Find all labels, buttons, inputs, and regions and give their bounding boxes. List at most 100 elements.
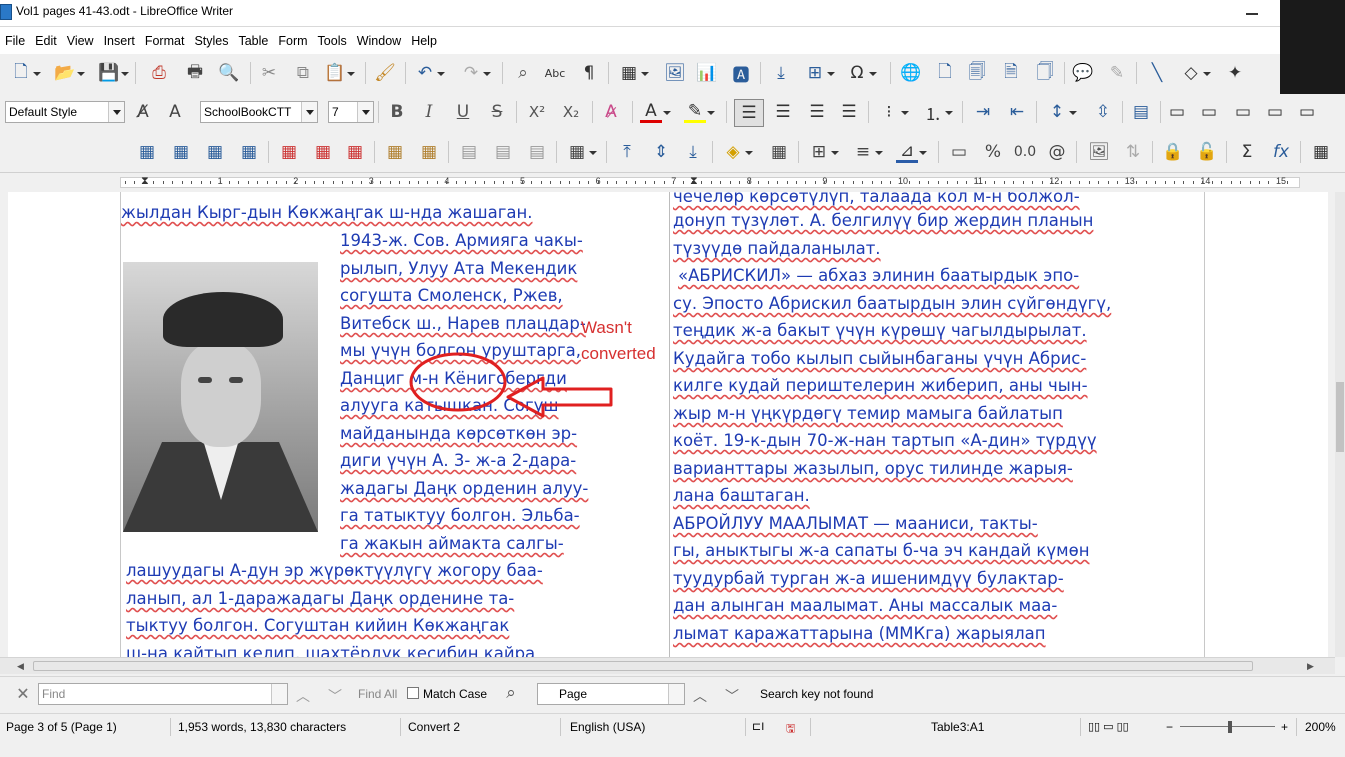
- zoom-level[interactable]: 200%: [1305, 720, 1336, 734]
- bold-icon[interactable]: B: [386, 101, 408, 123]
- new-style-icon[interactable]: A: [164, 101, 186, 123]
- page-indicator[interactable]: Page 3 of 5 (Page 1): [6, 720, 117, 734]
- match-case-checkbox[interactable]: [407, 687, 419, 699]
- endnote-icon[interactable]: 🗐: [966, 62, 988, 84]
- cut-icon[interactable]: ✂: [258, 62, 280, 84]
- horizontal-scroll-thumb[interactable]: [33, 661, 1253, 671]
- find-replace-icon[interactable]: ⌕: [512, 62, 534, 84]
- page-style[interactable]: Convert 2: [408, 720, 460, 734]
- formula-icon[interactable]: fx: [1270, 141, 1292, 163]
- menu-edit[interactable]: Edit: [32, 34, 64, 48]
- horizontal-ruler[interactable]: 123456789101112131415⧗⧗: [0, 172, 1345, 192]
- horizontal-scrollbar[interactable]: ◀ ▶: [0, 657, 1335, 674]
- border-style-icon[interactable]: ≡: [852, 141, 883, 163]
- align-right-icon[interactable]: ☰: [806, 101, 828, 123]
- sum-icon[interactable]: Σ: [1236, 141, 1258, 163]
- menu-tools[interactable]: Tools: [315, 34, 354, 48]
- portrait-photo[interactable]: [123, 262, 318, 532]
- insert-table-icon[interactable]: ▦: [618, 62, 649, 84]
- print-icon[interactable]: 🖶: [184, 62, 206, 84]
- align-left-icon[interactable]: ☰: [734, 99, 764, 127]
- document-area[interactable]: жылдан Кырг-дын Көкжаңгак ш-нда жашаган.…: [0, 192, 1335, 657]
- align-bottom-icon[interactable]: ⤓: [682, 141, 704, 163]
- export-pdf-icon[interactable]: ⎙: [148, 62, 170, 84]
- update-style-icon[interactable]: A̸: [132, 101, 154, 123]
- footnote-icon[interactable]: 🗋: [934, 62, 956, 84]
- menu-format[interactable]: Format: [142, 34, 192, 48]
- delete-columns-icon[interactable]: ▦: [312, 141, 334, 163]
- table-properties-icon[interactable]: ▦: [1310, 141, 1332, 163]
- basic-shapes-icon[interactable]: ◇: [1180, 62, 1211, 84]
- menu-window[interactable]: Window: [354, 34, 408, 48]
- insert-rows-below-icon[interactable]: ▦: [170, 141, 192, 163]
- select-table-icon[interactable]: ▦: [418, 141, 440, 163]
- number-format-percent-icon[interactable]: %: [982, 141, 1004, 163]
- paragraph-style-combo[interactable]: Default Style: [5, 101, 125, 123]
- numbering-icon[interactable]: ⒈: [922, 101, 953, 125]
- bookmark-icon[interactable]: 🗎: [1000, 62, 1022, 84]
- redo-icon[interactable]: ↷: [460, 62, 491, 84]
- strikethrough-icon[interactable]: S: [486, 101, 508, 123]
- insert-columns-before-icon[interactable]: ▦: [204, 141, 226, 163]
- align-center-icon[interactable]: ☰: [772, 101, 794, 123]
- find-input[interactable]: Find: [38, 683, 288, 705]
- find-all-button[interactable]: Find All: [358, 687, 397, 701]
- track-changes-icon[interactable]: ✎: [1106, 62, 1128, 84]
- navigator-icon[interactable]: ▭: [1264, 101, 1286, 123]
- search-scope-combo[interactable]: Page: [537, 683, 685, 705]
- open-folder-icon[interactable]: 📂: [54, 62, 85, 84]
- menu-insert[interactable]: Insert: [101, 34, 142, 48]
- insert-line-icon[interactable]: ╲: [1146, 62, 1168, 84]
- select-cell-icon[interactable]: ▦: [384, 141, 406, 163]
- borders-icon[interactable]: ⊞: [808, 141, 839, 163]
- justify-icon[interactable]: ☰: [838, 101, 860, 123]
- print-preview-icon[interactable]: 🔍: [218, 62, 240, 84]
- scroll-left-icon[interactable]: ◀: [17, 661, 24, 672]
- clone-formatting-icon[interactable]: 🖌: [374, 62, 396, 84]
- vertical-scroll-thumb[interactable]: [1336, 382, 1344, 452]
- font-size-combo[interactable]: 7: [328, 101, 374, 123]
- insert-mode-icon[interactable]: ⊏I: [752, 720, 764, 733]
- find-previous-icon[interactable]: ︿: [296, 686, 310, 706]
- number-format-date-icon[interactable]: @: [1046, 141, 1068, 163]
- cross-reference-icon[interactable]: 🗍: [1034, 62, 1056, 84]
- word-count[interactable]: 1,953 words, 13,830 characters: [178, 720, 346, 734]
- font-color-icon[interactable]: A: [640, 101, 671, 123]
- scope-next-icon[interactable]: ﹀: [725, 686, 739, 706]
- minimize-button[interactable]: [1238, 6, 1272, 20]
- sidebar-toggle-icon[interactable]: ▭: [1166, 101, 1188, 123]
- insert-textbox-icon[interactable]: 🅰: [730, 62, 752, 86]
- insert-rows-above-icon[interactable]: ▦: [136, 141, 158, 163]
- show-draw-functions-icon[interactable]: ✦: [1224, 62, 1246, 84]
- vertical-scrollbar[interactable]: [1335, 192, 1345, 657]
- new-document-icon[interactable]: 🗋: [10, 62, 41, 84]
- subscript-icon[interactable]: X₂: [560, 101, 582, 123]
- optimize-size-icon[interactable]: ▦: [566, 141, 597, 163]
- split-cells-icon[interactable]: ▤: [492, 141, 514, 163]
- underline-icon[interactable]: U: [452, 101, 474, 123]
- insert-image-icon[interactable]: 🖼: [664, 62, 686, 84]
- indent-marker-icon[interactable]: ⧗: [141, 175, 149, 188]
- merge-cells-icon[interactable]: ▤: [458, 141, 480, 163]
- insert-page-break-icon[interactable]: ⤓: [770, 62, 792, 84]
- border-color-icon[interactable]: ⊿: [896, 141, 927, 163]
- scope-previous-icon[interactable]: ︿: [693, 686, 707, 706]
- spelling-icon[interactable]: Abc: [544, 62, 566, 84]
- find-replace-dialog-icon[interactable]: ⌕: [500, 682, 522, 704]
- menu-file[interactable]: File: [2, 34, 32, 48]
- language-indicator[interactable]: English (USA): [570, 720, 645, 734]
- delete-table-icon[interactable]: ▦: [344, 141, 366, 163]
- sort-icon[interactable]: ⇅: [1122, 141, 1144, 163]
- view-layout-icons[interactable]: ▯▯ ▭ ▯▯: [1088, 720, 1129, 733]
- protect-cells-icon[interactable]: 🔒: [1162, 141, 1184, 163]
- find-next-icon[interactable]: ﹀: [328, 686, 342, 706]
- align-top-icon[interactable]: ⤒: [616, 141, 638, 163]
- split-table-icon[interactable]: ▤: [526, 141, 548, 163]
- unprotect-cells-icon[interactable]: 🔓: [1196, 141, 1218, 163]
- functions-icon[interactable]: ▭: [1296, 101, 1318, 123]
- superscript-icon[interactable]: X²: [526, 101, 548, 123]
- close-find-icon[interactable]: 🗙: [12, 683, 34, 705]
- number-format-currency-icon[interactable]: ▭: [948, 141, 970, 163]
- zoom-in-icon[interactable]: +: [1281, 720, 1288, 734]
- hyperlink-icon[interactable]: 🌐: [900, 62, 922, 84]
